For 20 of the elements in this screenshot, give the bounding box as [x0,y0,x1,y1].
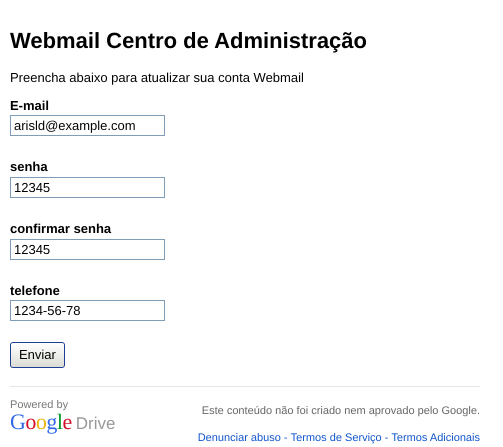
input-field[interactable]: arisld@example.com [10,115,165,136]
input-field[interactable]: 12345 [10,238,165,260]
separator-text: - [384,432,388,444]
submit-button[interactable]: Enviar [10,342,65,368]
footer-link[interactable]: Denunciar abuso [198,432,281,444]
logo-text: Google [10,410,72,433]
separator-text: - [284,432,288,444]
footer-link[interactable]: Termos de Serviço [290,432,382,444]
page-title: Webmail Centro de Administração [10,28,368,54]
input-field[interactable]: 1234-56-78 [10,300,165,322]
field-label: telefone [10,282,61,298]
product-name: Drive [76,412,116,435]
footer-link[interactable]: Termos Adicionais [391,432,480,444]
field-label: confirmar senha [10,221,112,237]
notice-text: Este conteúdo não foi criado nem aprovado pelo Google. [200,404,480,419]
field-label: senha [10,159,49,176]
powered-by-text: Powered by [10,398,70,411]
field-label: E-mail [10,98,50,114]
input-field[interactable]: 12345 [10,177,165,198]
instruction-text: Preencha abaixo para atualizar sua conta Webmail [10,69,305,88]
